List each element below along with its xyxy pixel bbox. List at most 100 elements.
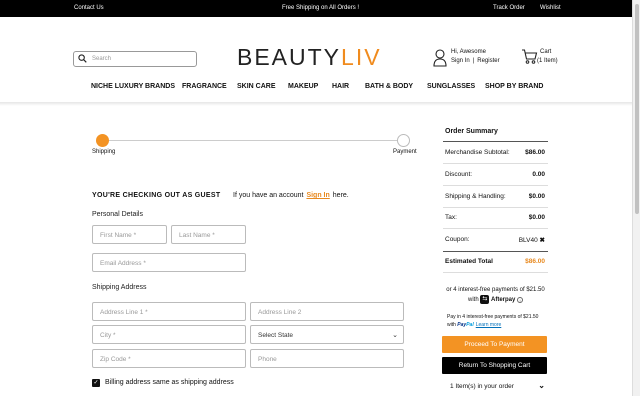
account-prompt-text: If you have an account — [233, 192, 304, 199]
nav-sunglasses[interactable]: SUNGLASSES — [427, 83, 475, 90]
summary-total-divider — [443, 251, 548, 252]
user-icon[interactable] — [433, 49, 447, 67]
nav-fragrance[interactable]: FRAGRANCE — [182, 83, 227, 90]
summary-value: $86.00 — [525, 149, 545, 156]
proceed-to-payment-button[interactable]: Proceed To Payment — [442, 336, 547, 353]
paypal-logo-pal: Pal — [466, 322, 474, 328]
progress-track — [103, 140, 403, 141]
summary-top-divider — [443, 141, 548, 142]
phone-field[interactable]: Phone — [250, 349, 404, 368]
top-bar: Contact Us Free Shipping on All Orders !… — [0, 0, 632, 17]
address-line2-field[interactable]: Address Line 2 — [250, 302, 404, 321]
first-name-field[interactable]: First Name * — [92, 225, 167, 244]
items-in-order-toggle[interactable]: 1 Item(s) in your order ⌄ — [443, 380, 548, 394]
summary-row-subtotal: Merchandise Subtotal: $86.00 — [445, 149, 545, 156]
nav-niche-luxury-brands[interactable]: NICHE LUXURY BRANDS — [91, 83, 175, 90]
afterpay-text: or 4 interest-free payments of $21.50 — [446, 287, 545, 293]
info-icon[interactable]: i — [517, 296, 524, 303]
greeting: Hi, Awesome — [451, 49, 486, 55]
scrollbar-thumb[interactable] — [635, 4, 639, 214]
page-scrollbar[interactable] — [632, 0, 640, 396]
summary-value: 0.00 — [532, 171, 545, 178]
summary-value: $0.00 — [528, 193, 545, 200]
search-icon — [78, 54, 87, 63]
summary-row-coupon: Coupon: BLV40 ✖ — [445, 236, 545, 244]
nav-hair[interactable]: HAIR — [332, 83, 349, 90]
summary-label: Merchandise Subtotal: — [445, 149, 510, 156]
summary-label: Shipping & Handling: — [445, 193, 506, 200]
nav-makeup[interactable]: MAKEUP — [288, 83, 318, 90]
guest-heading: YOU'RE CHECKING OUT AS GUEST — [92, 192, 221, 199]
nav-skin-care[interactable]: SKIN CARE — [237, 83, 276, 90]
paypal-text: Pay in 4 interest-free payments of $21.5… — [447, 314, 539, 320]
paypal-brand-line: with PayPal Learn more — [447, 321, 538, 329]
state-select-value: Select State — [258, 332, 294, 339]
summary-label: Discount: — [445, 171, 473, 178]
step-payment-label: Payment — [393, 149, 417, 155]
account-prompt-suffix: here. — [332, 192, 349, 199]
remove-coupon-icon[interactable]: ✖ — [540, 237, 545, 244]
account-prompt: If you have an account Sign In here. — [233, 192, 349, 199]
afterpay-logo-icon: ⇆ — [480, 295, 490, 304]
summary-total-value: $86.00 — [525, 258, 545, 265]
afterpay-message: or 4 interest-free payments of $21.50 wi… — [443, 285, 548, 305]
email-field[interactable]: Email Address * — [92, 253, 246, 272]
afterpay-with: with — [467, 297, 479, 304]
summary-divider — [443, 185, 548, 186]
site-logo[interactable]: BEAUTYLIV — [237, 44, 382, 71]
summary-value: $0.00 — [528, 214, 545, 221]
cart-icon[interactable] — [521, 48, 538, 65]
nav-bath-body[interactable]: BATH & BODY — [365, 83, 413, 90]
coupon-code: BLV40 — [518, 237, 538, 244]
contact-us-link[interactable]: Contact Us — [74, 5, 104, 11]
summary-divider — [443, 228, 548, 229]
guest-sign-in-link[interactable]: Sign In — [306, 192, 329, 199]
account-links: Sign In | Register — [451, 58, 500, 64]
summary-row-total: Estimated Total $86.00 — [445, 258, 545, 265]
track-order-link[interactable]: Track Order — [493, 5, 525, 11]
chevron-down-icon: ⌄ — [392, 332, 398, 339]
logo-text-main: BEAUTY — [237, 44, 342, 70]
sign-in-link[interactable]: Sign In — [451, 58, 470, 64]
return-to-cart-button[interactable]: Return To Shopping Cart — [442, 357, 547, 374]
summary-row-tax: Tax: $0.00 — [445, 214, 545, 221]
afterpay-brand-line: with ⇆ Afterpay i — [443, 295, 548, 305]
summary-row-discount: Discount: 0.00 — [445, 171, 545, 178]
state-select[interactable]: Select State ⌄ — [250, 325, 404, 344]
coupon-value: BLV40 ✖ — [519, 236, 545, 244]
address-line1-field[interactable]: Address Line 1 * — [92, 302, 246, 321]
summary-row-shipping: Shipping & Handling: $0.00 — [445, 193, 545, 200]
shipping-promo[interactable]: Free Shipping on All Orders ! — [282, 5, 359, 11]
billing-same-label[interactable]: Billing address same as shipping address — [105, 379, 234, 386]
city-field[interactable]: City * — [92, 325, 246, 344]
cart-count[interactable]: (1 Item) — [537, 58, 558, 64]
chevron-down-icon: ⌄ — [538, 381, 545, 390]
summary-label: Estimated Total — [445, 258, 493, 265]
step-shipping-label: Shipping — [92, 149, 116, 155]
summary-label: Coupon: — [445, 236, 470, 243]
step-shipping-marker — [96, 134, 109, 147]
summary-divider — [443, 207, 548, 208]
shipping-address-heading: Shipping Address — [92, 284, 147, 291]
cart-label[interactable]: Cart — [540, 49, 551, 55]
items-in-order-label: 1 Item(s) in your order — [450, 383, 514, 390]
header-divider — [0, 102, 632, 106]
account-links-separator: | — [472, 58, 475, 64]
last-name-field[interactable]: Last Name * — [171, 225, 246, 244]
search-box[interactable]: Search — [73, 51, 197, 67]
billing-same-checkbox[interactable]: ✓ — [92, 379, 100, 387]
nav-shop-by-brand[interactable]: SHOP BY BRAND — [485, 83, 543, 90]
checkout-page: Contact Us Free Shipping on All Orders !… — [0, 0, 640, 396]
logo-text-accent: LIV — [341, 44, 382, 70]
register-link[interactable]: Register — [477, 58, 499, 64]
afterpay-brand: Afterpay — [491, 297, 516, 304]
wishlist-link[interactable]: Wishlist — [540, 5, 561, 11]
summary-divider — [443, 163, 548, 164]
personal-details-heading: Personal Details — [92, 211, 143, 218]
paypal-logo: PayPal — [457, 322, 473, 328]
order-summary-title: Order Summary — [445, 128, 498, 135]
zip-code-field[interactable]: Zip Code * — [92, 349, 246, 368]
search-input[interactable]: Search — [92, 56, 111, 62]
learn-more-link[interactable]: Learn more — [476, 322, 502, 328]
summary-label: Tax: — [445, 214, 457, 221]
